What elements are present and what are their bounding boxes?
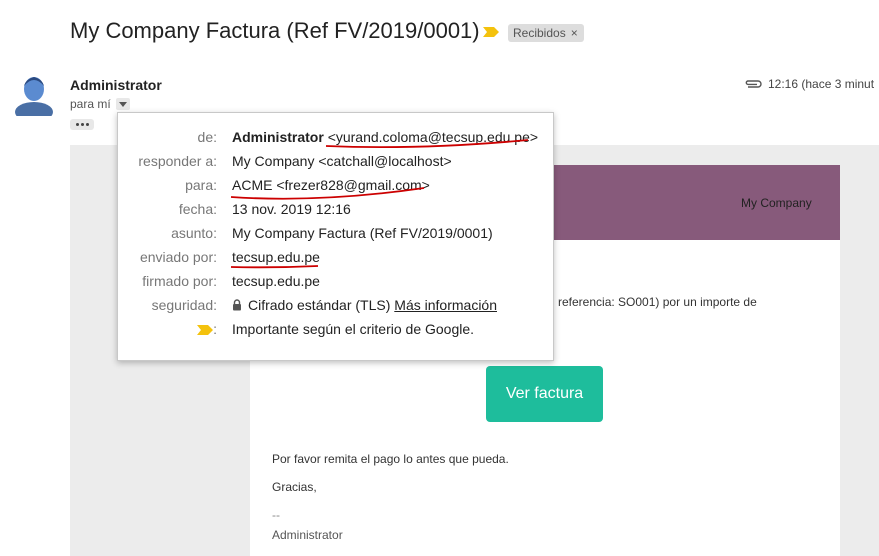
details-row-security: seguridad: Cifrado estándar (TLS) Más in… bbox=[118, 297, 553, 317]
show-details-button[interactable] bbox=[115, 98, 130, 110]
signature-name: Administrator bbox=[272, 528, 343, 542]
importance-colon: : bbox=[213, 321, 217, 337]
thanks-text: Gracias, bbox=[272, 480, 317, 494]
reply-to-label: responder a: bbox=[138, 153, 217, 169]
from-email[interactable]: <yurand.coloma@tecsup.edu.pe> bbox=[328, 129, 538, 145]
email-subject: My Company Factura (Ref FV/2019/0001) bbox=[70, 18, 480, 43]
from-label: de: bbox=[197, 129, 217, 145]
remove-label-icon[interactable]: × bbox=[571, 27, 578, 39]
from-name: Administrator bbox=[232, 129, 324, 145]
details-row-reply-to: responder a: My Company <catchall@localh… bbox=[118, 153, 553, 173]
date-value: 13 nov. 2019 12:16 bbox=[232, 201, 351, 217]
details-row-mailed-by: enviado por: tecsup.edu.pe bbox=[118, 249, 553, 269]
subject-value: My Company Factura (Ref FV/2019/0001) bbox=[232, 225, 493, 241]
payment-request-text: Por favor remita el pago lo antes que pu… bbox=[272, 452, 509, 466]
to-me-text: para mí bbox=[70, 97, 111, 111]
details-row-date: fecha: 13 nov. 2019 12:16 bbox=[118, 201, 553, 221]
security-label: seguridad: bbox=[151, 297, 217, 313]
invoice-text: n referencia: SO001) por un importe de bbox=[548, 295, 757, 309]
company-name: My Company bbox=[741, 196, 812, 210]
dot-icon bbox=[85, 123, 89, 126]
label-chip-text: Recibidos bbox=[513, 26, 566, 40]
mailed-by-value: tecsup.edu.pe bbox=[232, 249, 320, 265]
importance-marker-icon bbox=[197, 325, 214, 335]
details-row-to: para: ACME <frezer828@gmail.com> bbox=[118, 177, 553, 197]
message-details-popup: de: Administrator <yurand.coloma@tecsup.… bbox=[117, 112, 554, 361]
message-time: 12:16 (hace 3 minut bbox=[768, 77, 875, 91]
to-label: para: bbox=[185, 177, 217, 193]
signature-separator: -- bbox=[272, 508, 280, 522]
recipients-summary: para mí bbox=[70, 97, 130, 111]
importance-marker-icon[interactable] bbox=[483, 27, 499, 37]
security-text: Cifrado estándar (TLS) bbox=[248, 297, 391, 313]
paperclip-icon bbox=[745, 80, 762, 88]
date-label: fecha: bbox=[178, 201, 217, 217]
label-chip-inbox[interactable]: Recibidos × bbox=[508, 24, 584, 42]
details-row-subject: asunto: My Company Factura (Ref FV/2019/… bbox=[118, 225, 553, 245]
signed-by-label: firmado por: bbox=[142, 273, 217, 289]
details-row-from: de: Administrator <yurand.coloma@tecsup.… bbox=[118, 129, 553, 149]
subject-label: asunto: bbox=[171, 225, 217, 241]
importance-label: : bbox=[197, 321, 217, 337]
details-row-signed-by: firmado por: tecsup.edu.pe bbox=[118, 273, 553, 293]
importance-value: Importante según el criterio de Google. bbox=[232, 321, 475, 337]
more-info-link[interactable]: Más información bbox=[394, 297, 497, 313]
dot-icon bbox=[75, 123, 79, 126]
signed-by-value: tecsup.edu.pe bbox=[232, 273, 320, 289]
reply-to-value[interactable]: My Company <catchall@localhost> bbox=[232, 153, 452, 169]
lock-icon bbox=[233, 299, 241, 311]
mailed-by-label: enviado por: bbox=[139, 249, 217, 265]
dot-icon bbox=[80, 123, 84, 126]
view-invoice-button[interactable]: Ver factura bbox=[486, 366, 603, 422]
to-value[interactable]: ACME <frezer828@gmail.com> bbox=[232, 177, 430, 193]
avatar bbox=[15, 77, 53, 116]
from-value: Administrator <yurand.coloma@tecsup.edu.… bbox=[232, 129, 538, 145]
show-trimmed-content-button[interactable] bbox=[70, 119, 94, 130]
security-value: Cifrado estándar (TLS) Más información bbox=[232, 297, 497, 313]
message-meta: 12:16 (hace 3 minut bbox=[744, 77, 874, 91]
details-row-importance: : Importante según el criterio de Google… bbox=[118, 321, 553, 341]
chevron-down-icon bbox=[118, 101, 127, 107]
sender-name: Administrator bbox=[70, 77, 162, 93]
